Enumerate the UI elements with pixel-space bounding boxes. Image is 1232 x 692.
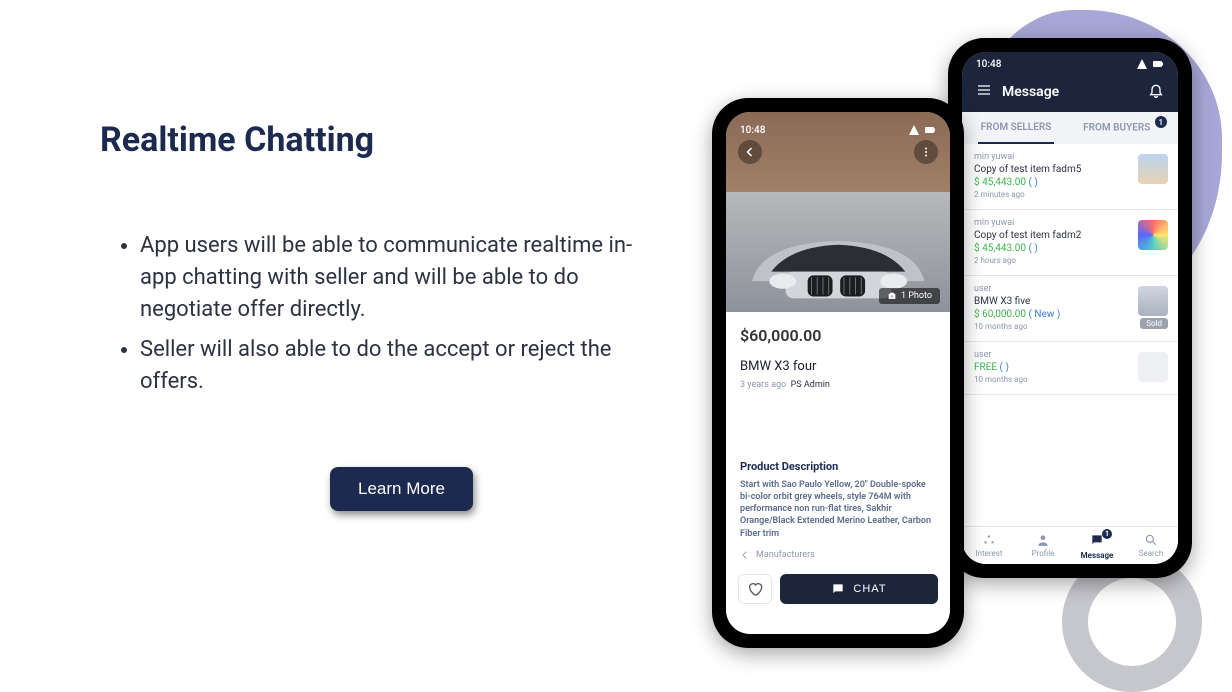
product-price: $60,000.00 [740,326,936,345]
nav-message-badge: 1 [1102,529,1112,539]
sold-badge: Sold [1140,318,1168,329]
chat-button[interactable]: CHAT [780,574,938,604]
message-item[interactable]: user FREE ( ) 10 months ago [962,342,1178,395]
arrow-left-icon [740,550,750,560]
description-heading: Product Description [740,460,936,473]
status-bar: 10:48 [962,52,1178,72]
breadcrumb[interactable]: Manufacturers [740,550,936,560]
nav-message[interactable]: 1 Message [1070,533,1124,560]
product-hero[interactable]: 1 Photo [726,112,950,312]
learn-more-button[interactable]: Learn More [330,467,473,511]
message-thumb [1138,352,1168,382]
message-item[interactable]: min yuwai Copy of test item fadm2 $ 45,4… [962,210,1178,276]
more-icon[interactable] [914,140,938,164]
bottom-nav: Interest Profile 1 Message Search [962,526,1178,564]
marketing-text: Realtime Chatting App users will be able… [100,120,640,511]
photo-count-chip[interactable]: 1 Photo [879,288,940,304]
phone-product-detail: 10:48 [712,98,964,648]
message-thumb [1138,286,1168,316]
message-thumb [1138,154,1168,184]
message-tabs: FROM SELLERS FROM BUYERS 1 [962,112,1178,144]
header-title: Message [1002,84,1059,100]
tab-from-buyers[interactable]: FROM BUYERS 1 [1070,112,1178,144]
status-time: 10:48 [740,125,765,136]
camera-icon [887,291,897,301]
favorite-button[interactable] [738,574,772,604]
message-item[interactable]: user BMW X3 five $ 60,000.00 ( New ) 10 … [962,276,1178,342]
bell-icon[interactable] [1148,82,1164,102]
page-title: Realtime Chatting [100,120,640,160]
status-icons [1136,58,1164,70]
bullet-1: App users will be able to communicate re… [140,230,640,326]
buyers-badge: 1 [1155,116,1167,128]
heart-icon [747,581,763,597]
nav-profile[interactable]: Profile [1016,533,1070,560]
message-ago: 10 months ago [974,322,1166,331]
message-list[interactable]: min yuwai Copy of test item fadm5 $ 45,4… [962,144,1178,526]
product-actions: CHAT [726,568,950,614]
message-thumb [1138,220,1168,250]
nav-search[interactable]: Search [1124,533,1178,560]
messages-header: Message [962,72,1178,112]
status-time: 10:48 [976,59,1001,70]
product-description: Start with Sao Paulo Yellow, 20" Double-… [740,479,936,540]
back-icon[interactable] [738,140,762,164]
message-ago: 2 hours ago [974,256,1166,265]
menu-icon[interactable] [976,82,992,102]
chat-icon [831,582,845,596]
message-item[interactable]: min yuwai Copy of test item fadm5 $ 45,4… [962,144,1178,210]
bullet-2: Seller will also able to do the accept o… [140,334,640,398]
product-body: $60,000.00 BMW X3 four 3 years ago PS Ad… [726,312,950,568]
tab-from-sellers[interactable]: FROM SELLERS [962,112,1070,144]
feature-bullets: App users will be able to communicate re… [100,230,640,397]
product-meta: 3 years ago PS Admin [740,380,936,390]
message-ago: 2 minutes ago [974,190,1166,199]
phone-messages: 10:48 Message FROM SELLERS FROM BUY [948,38,1192,578]
status-bar: 10:48 [726,118,950,138]
nav-interest[interactable]: Interest [962,533,1016,560]
product-title: BMW X3 four [740,359,936,374]
status-icons [908,124,936,136]
